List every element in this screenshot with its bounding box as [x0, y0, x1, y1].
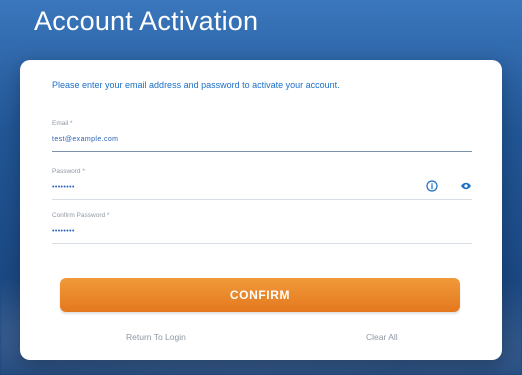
page-title: Account Activation	[34, 6, 259, 36]
password-underline	[52, 199, 472, 200]
password-field[interactable]: Password * ••••••••	[52, 168, 472, 202]
email-label: Email *	[52, 120, 73, 127]
confirm-password-field[interactable]: Confirm Password * ••••••••	[52, 212, 472, 246]
confirm-password-input[interactable]: ••••••••	[52, 228, 75, 235]
password-label: Password *	[52, 168, 85, 175]
email-input[interactable]: test@example.com	[52, 136, 118, 143]
info-icon[interactable]	[426, 180, 438, 192]
email-underline	[52, 151, 472, 152]
clear-all-link[interactable]: Clear All	[366, 332, 398, 342]
email-field[interactable]: Email * test@example.com	[52, 120, 472, 154]
activation-card: Please enter your email address and pass…	[20, 60, 502, 360]
instruction-text: Please enter your email address and pass…	[52, 80, 340, 90]
return-to-login-link[interactable]: Return To Login	[126, 332, 186, 342]
eye-icon[interactable]	[460, 180, 472, 192]
confirm-password-label: Confirm Password *	[52, 212, 110, 219]
password-input[interactable]: ••••••••	[52, 184, 75, 191]
confirm-password-underline	[52, 243, 472, 244]
confirm-button[interactable]: CONFIRM	[60, 278, 460, 312]
